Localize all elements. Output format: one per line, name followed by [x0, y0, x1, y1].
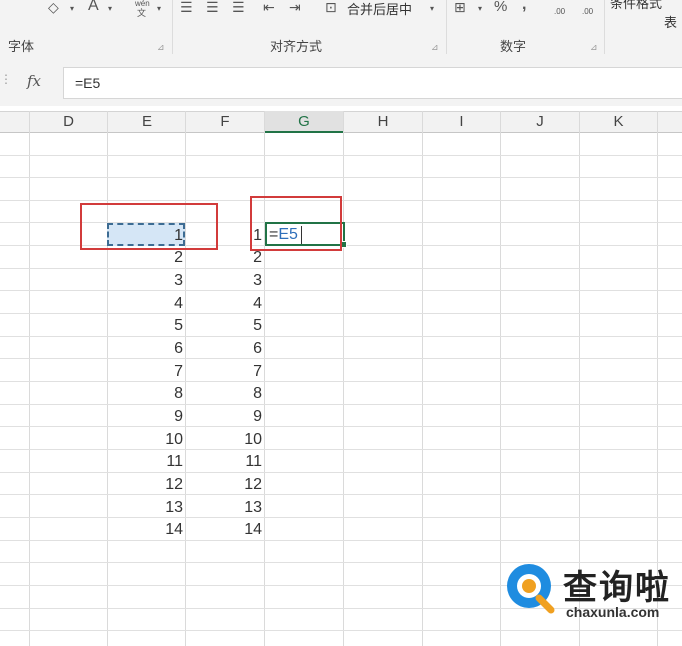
- font-group-label: 字体: [8, 39, 35, 54]
- gridline: [0, 268, 682, 269]
- gridline: [0, 449, 682, 450]
- gridline: [0, 472, 682, 473]
- gridline: [0, 177, 682, 178]
- ribbon-separator: [172, 0, 173, 54]
- gridline: [0, 155, 682, 156]
- cell-e6[interactable]: 2: [108, 247, 183, 269]
- cell-e14[interactable]: 10: [108, 429, 183, 451]
- font-dialog-launcher-icon[interactable]: ⊿: [157, 42, 165, 53]
- insert-function-button[interactable]: fx: [27, 72, 41, 90]
- dropdown-arrow-icon[interactable]: ▾: [108, 5, 112, 13]
- dropdown-arrow-icon[interactable]: ▾: [478, 5, 482, 13]
- gridline: [264, 111, 265, 646]
- number-dialog-launcher-icon[interactable]: ⊿: [590, 42, 598, 53]
- cell-f9[interactable]: 5: [186, 315, 262, 337]
- decrease-decimal-button[interactable]: .00: [582, 8, 593, 16]
- align-center-icon[interactable]: ☰: [206, 0, 219, 14]
- watermark-brand: 查询啦: [563, 568, 671, 608]
- cell-f15[interactable]: 11: [186, 451, 262, 473]
- cell-f8[interactable]: 4: [186, 293, 262, 315]
- percent-style-button[interactable]: %: [494, 0, 507, 14]
- cell-f16[interactable]: 12: [186, 474, 262, 496]
- gridline: [0, 336, 682, 337]
- gridline: [422, 111, 423, 646]
- alignment-dialog-launcher-icon[interactable]: ⊿: [431, 42, 439, 53]
- align-left-icon[interactable]: ☰: [180, 0, 193, 14]
- formula-input-value: =E5: [75, 75, 101, 91]
- column-header-d[interactable]: D: [29, 111, 108, 133]
- gridline: [0, 630, 682, 631]
- dropdown-arrow-icon[interactable]: ▾: [430, 5, 434, 13]
- highlight-box-g5: [250, 196, 342, 251]
- cell-f18[interactable]: 14: [186, 519, 262, 541]
- cell-e13[interactable]: 9: [108, 406, 183, 428]
- font-color-icon[interactable]: A: [88, 0, 99, 14]
- cell-f7[interactable]: 3: [186, 270, 262, 292]
- cell-e7[interactable]: 3: [108, 270, 183, 292]
- gridline: [0, 358, 682, 359]
- cell-f17[interactable]: 13: [186, 497, 262, 519]
- decrease-indent-icon[interactable]: ⇤: [263, 0, 275, 14]
- conditional-format-button[interactable]: 条件格式: [610, 0, 662, 12]
- column-header-j[interactable]: J: [501, 111, 579, 133]
- format-as-table-button[interactable]: 表: [664, 12, 677, 31]
- dropdown-arrow-icon[interactable]: ▾: [157, 5, 161, 13]
- gridline: [500, 111, 501, 646]
- column-header-f[interactable]: F: [186, 111, 264, 133]
- cell-e12[interactable]: 8: [108, 383, 183, 405]
- cell-e9[interactable]: 5: [108, 315, 183, 337]
- formula-input[interactable]: =E5: [63, 67, 682, 99]
- gridline: [0, 540, 682, 541]
- cell-f14[interactable]: 10: [186, 429, 262, 451]
- cell-f11[interactable]: 7: [186, 361, 262, 383]
- gridline: [0, 426, 682, 427]
- gridline: [0, 517, 682, 518]
- gridline: [0, 290, 682, 291]
- align-right-icon[interactable]: ☰: [232, 0, 245, 14]
- paint-bucket-icon[interactable]: ◇: [48, 0, 59, 14]
- dropdown-arrow-icon[interactable]: ▾: [70, 5, 74, 13]
- cell-e16[interactable]: 12: [108, 474, 183, 496]
- column-header-k[interactable]: K: [579, 111, 658, 133]
- alignment-group-label: 对齐方式: [270, 39, 323, 54]
- formula-bar-divider-icon: ⋮: [0, 72, 12, 86]
- comma-style-button[interactable]: ,: [522, 0, 526, 13]
- phonetic-icon-top[interactable]: wén: [135, 0, 150, 8]
- gridline: [0, 313, 682, 314]
- highlight-box-e5: [80, 203, 218, 250]
- ribbon-separator: [446, 0, 447, 54]
- column-header-i[interactable]: I: [422, 111, 501, 133]
- cell-e10[interactable]: 6: [108, 338, 183, 360]
- gridline: [0, 494, 682, 495]
- number-group-label: 数字: [500, 39, 527, 54]
- cell-e8[interactable]: 4: [108, 293, 183, 315]
- cell-e17[interactable]: 13: [108, 497, 183, 519]
- ribbon-separator: [604, 0, 605, 54]
- cell-e11[interactable]: 7: [108, 361, 183, 383]
- ribbon: ◇ ▾ A ▾ wén 文 ▾ ☰ ☰ ☰ ⇤ ⇥ ⊡ 合并后居中 ▾ ⊞ ▾ …: [0, 0, 682, 61]
- cell-e15[interactable]: 11: [108, 451, 183, 473]
- increase-indent-icon[interactable]: ⇥: [289, 0, 301, 14]
- accounting-format-icon[interactable]: ⊞: [454, 0, 466, 14]
- gridline: [0, 404, 682, 405]
- cell-f10[interactable]: 6: [186, 338, 262, 360]
- cell-f12[interactable]: 8: [186, 383, 262, 405]
- watermark-url: chaxunla.com: [566, 604, 660, 620]
- merge-center-button[interactable]: 合并后居中: [347, 0, 412, 18]
- gridline: [0, 381, 682, 382]
- column-header-g[interactable]: G: [264, 111, 344, 133]
- increase-decimal-button[interactable]: .00: [554, 8, 565, 16]
- column-header-e[interactable]: E: [108, 111, 186, 133]
- cell-f13[interactable]: 9: [186, 406, 262, 428]
- gridline: [343, 111, 344, 646]
- search-magnifier-logo-icon: [507, 564, 555, 614]
- column-header-h[interactable]: H: [344, 111, 422, 133]
- merge-center-icon[interactable]: ⊡: [325, 0, 337, 14]
- cell-e18[interactable]: 14: [108, 519, 183, 541]
- gridline: [29, 111, 30, 646]
- phonetic-icon-bottom[interactable]: 文: [137, 9, 146, 18]
